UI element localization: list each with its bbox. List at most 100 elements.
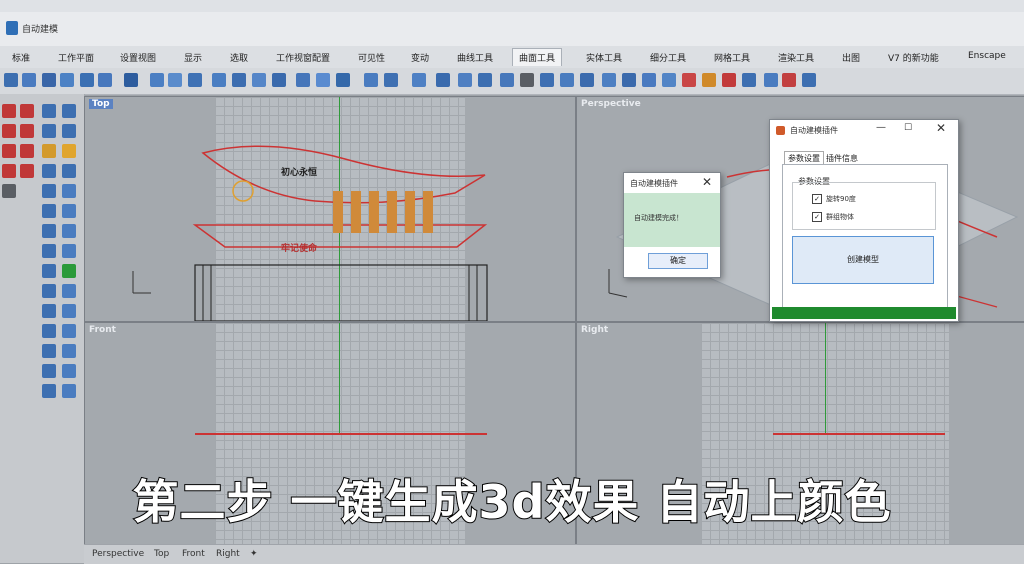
tool-icon[interactable]	[80, 73, 94, 87]
rotate-checkbox[interactable]: ✓	[812, 194, 822, 204]
tool-icon[interactable]	[384, 73, 398, 87]
tool-icon[interactable]	[42, 164, 56, 178]
tool-icon[interactable]	[42, 324, 56, 338]
tab-curve-tools[interactable]: 曲线工具	[457, 51, 493, 64]
tool-icon[interactable]	[62, 284, 76, 298]
tool-icon[interactable]	[252, 73, 266, 87]
tool-icon[interactable]	[458, 73, 472, 87]
tool-icon[interactable]	[62, 264, 76, 278]
tab-render-tools[interactable]: 渲染工具	[778, 51, 814, 64]
tool-icon[interactable]	[62, 204, 76, 218]
tool-icon[interactable]	[4, 73, 18, 87]
tool-icon[interactable]	[42, 284, 56, 298]
tool-icon[interactable]	[2, 164, 16, 178]
tool-icon[interactable]	[98, 73, 112, 87]
tool-icon[interactable]	[622, 73, 636, 87]
tool-icon[interactable]	[478, 73, 492, 87]
tool-icon[interactable]	[540, 73, 554, 87]
tool-icon[interactable]	[560, 73, 574, 87]
add-viewport-icon[interactable]: ✦	[250, 549, 258, 559]
tool-icon[interactable]	[62, 224, 76, 238]
tab-visibility[interactable]: 可见性	[358, 51, 385, 64]
tool-icon[interactable]	[722, 73, 736, 87]
tool-icon[interactable]	[336, 73, 350, 87]
tab-surface-tools[interactable]: 曲面工具	[512, 48, 563, 66]
tool-icon[interactable]	[42, 244, 56, 258]
tool-icon[interactable]	[42, 264, 56, 278]
tool-icon[interactable]	[642, 73, 656, 87]
tab-drafting[interactable]: 出图	[842, 51, 860, 64]
bottom-tab-perspective[interactable]: Perspective	[92, 549, 144, 559]
tool-icon[interactable]	[42, 73, 56, 87]
tab-parameters[interactable]: 参数设置	[784, 151, 824, 165]
tool-icon[interactable]	[520, 73, 534, 87]
tool-icon[interactable]	[42, 224, 56, 238]
tool-icon[interactable]	[2, 104, 16, 118]
viewport-top[interactable]: Top 初心永恒 牢记使命	[84, 96, 576, 322]
tool-icon[interactable]	[764, 73, 778, 87]
tab-select[interactable]: 选取	[230, 51, 248, 64]
viewport-right-label[interactable]: Right	[581, 325, 608, 335]
tool-icon[interactable]	[782, 73, 796, 87]
tool-icon[interactable]	[62, 164, 76, 178]
tab-subd-tools[interactable]: 细分工具	[650, 51, 686, 64]
tool-icon[interactable]	[316, 73, 330, 87]
tool-icon[interactable]	[124, 73, 138, 87]
tool-icon[interactable]	[702, 73, 716, 87]
tool-icon[interactable]	[602, 73, 616, 87]
tab-cplane[interactable]: 工作平面	[58, 51, 94, 64]
tab-viewport-layout[interactable]: 工作视窗配置	[276, 51, 330, 64]
tab-set-view[interactable]: 设置视图	[120, 51, 156, 64]
close-icon[interactable]: ✕	[936, 121, 946, 135]
bottom-tab-front[interactable]: Front	[182, 549, 205, 559]
tool-icon[interactable]	[62, 304, 76, 318]
tool-icon[interactable]	[42, 124, 56, 138]
group-checkbox[interactable]: ✓	[812, 212, 822, 222]
tool-icon[interactable]	[62, 244, 76, 258]
tool-icon[interactable]	[662, 73, 676, 87]
tool-icon[interactable]	[500, 73, 514, 87]
tab-plugin-info[interactable]: 插件信息	[826, 153, 858, 164]
tab-transform[interactable]: 变动	[411, 51, 429, 64]
tool-icon[interactable]	[296, 73, 310, 87]
viewport-front-label[interactable]: Front	[89, 325, 116, 335]
tool-icon[interactable]	[20, 144, 34, 158]
tool-icon[interactable]	[580, 73, 594, 87]
minimize-icon[interactable]: —	[876, 122, 886, 133]
tool-icon[interactable]	[20, 164, 34, 178]
tab-mesh-tools[interactable]: 网格工具	[714, 51, 750, 64]
tool-icon[interactable]	[2, 184, 16, 198]
tool-icon[interactable]	[60, 73, 74, 87]
tool-icon[interactable]	[682, 73, 696, 87]
tool-icon[interactable]	[62, 104, 76, 118]
tool-icon[interactable]	[802, 73, 816, 87]
tool-icon[interactable]	[168, 73, 182, 87]
close-icon[interactable]: ✕	[702, 175, 712, 189]
ok-button[interactable]: 确定	[648, 253, 708, 269]
bottom-tab-right[interactable]: Right	[216, 549, 240, 559]
tool-icon[interactable]	[232, 73, 246, 87]
tool-icon[interactable]	[42, 304, 56, 318]
tab-enscape[interactable]: Enscape	[968, 51, 1006, 61]
tool-icon[interactable]	[42, 184, 56, 198]
tool-icon[interactable]	[62, 144, 76, 158]
tool-icon[interactable]	[412, 73, 426, 87]
tab-solid-tools[interactable]: 实体工具	[586, 51, 622, 64]
tool-icon[interactable]	[62, 364, 76, 378]
tool-icon[interactable]	[364, 73, 378, 87]
bottom-tab-top[interactable]: Top	[154, 549, 169, 559]
tool-icon[interactable]	[436, 73, 450, 87]
tool-icon[interactable]	[42, 344, 56, 358]
tool-icon[interactable]	[42, 144, 56, 158]
maximize-icon[interactable]: ☐	[904, 123, 912, 133]
tool-icon[interactable]	[42, 364, 56, 378]
tool-icon[interactable]	[62, 344, 76, 358]
tool-icon[interactable]	[2, 144, 16, 158]
tool-icon[interactable]	[62, 324, 76, 338]
tool-icon[interactable]	[42, 104, 56, 118]
tool-icon[interactable]	[20, 104, 34, 118]
tool-icon[interactable]	[62, 124, 76, 138]
tool-icon[interactable]	[150, 73, 164, 87]
tool-icon[interactable]	[212, 73, 226, 87]
tab-v7-new[interactable]: V7 的新功能	[888, 51, 939, 64]
